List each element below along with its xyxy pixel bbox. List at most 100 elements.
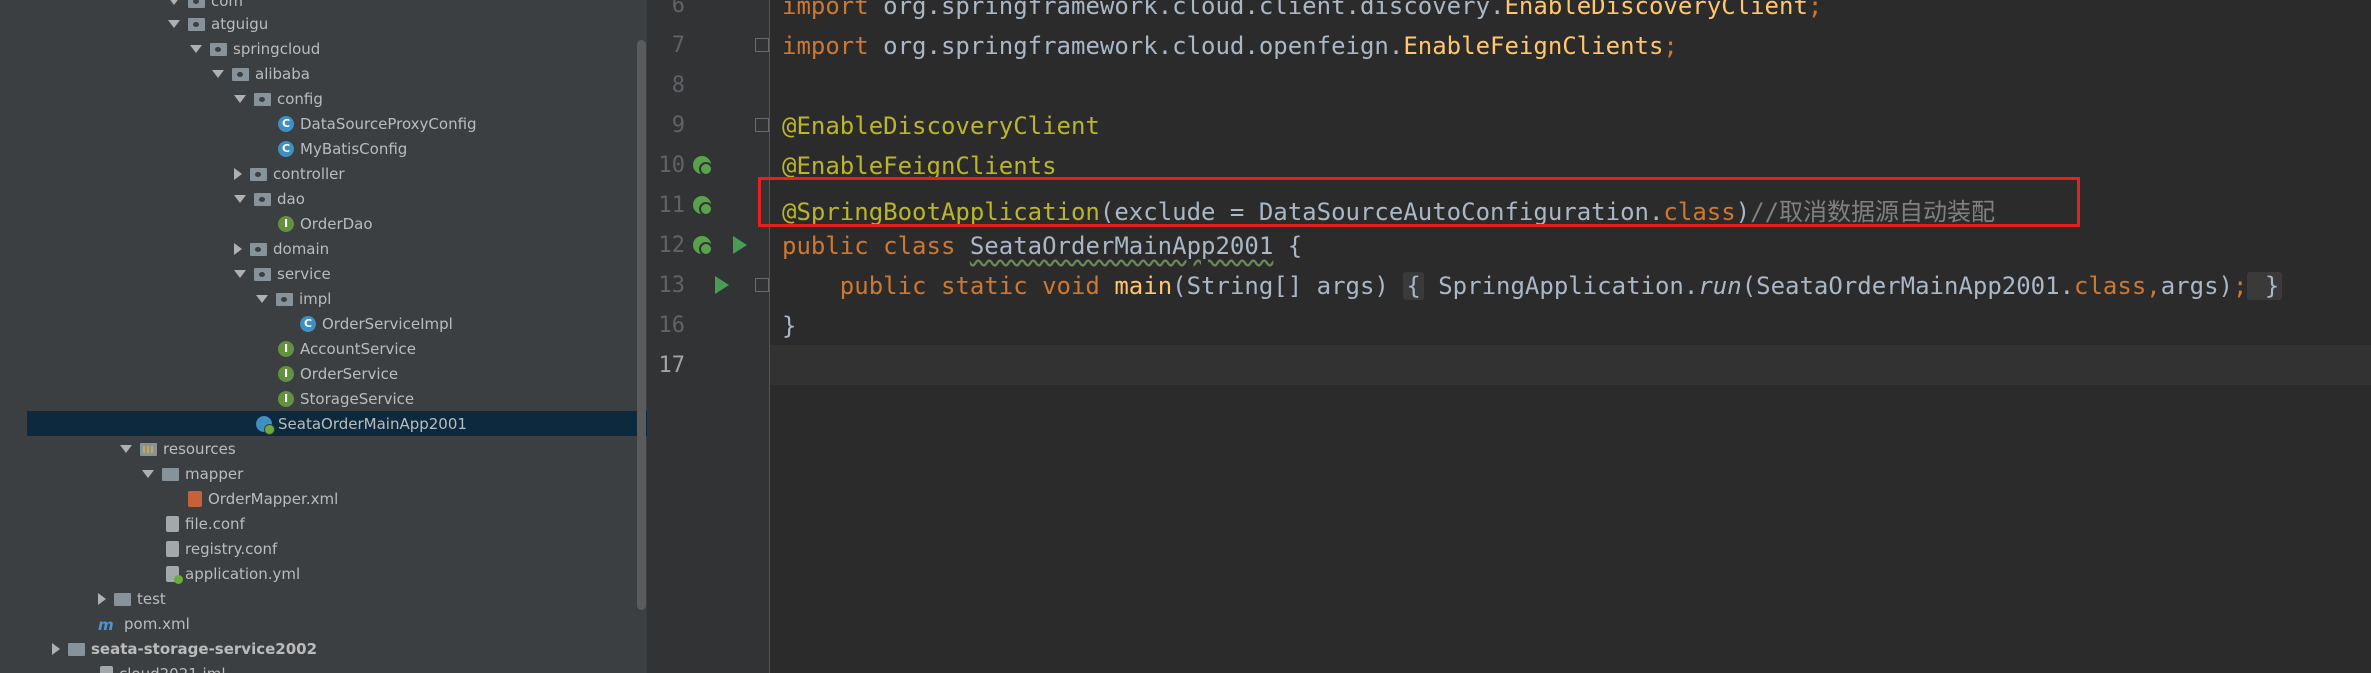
chevron-down-icon[interactable] (234, 269, 246, 278)
package-folder-icon (210, 43, 227, 56)
folder-icon (114, 593, 131, 606)
tree-item-mybatisconfig[interactable]: C MyBatisConfig (0, 136, 647, 161)
package-folder-icon (250, 243, 267, 256)
tree-item-label: AccountService (300, 339, 417, 358)
chevron-right-icon[interactable] (234, 242, 242, 255)
tree-item-file-conf[interactable]: file.conf (0, 511, 647, 536)
tree-item-datasourceproxyconfig[interactable]: C DataSourceProxyConfig (0, 111, 647, 136)
spring-bean-icon[interactable] (693, 236, 713, 256)
tree-item-registry-conf[interactable]: registry.conf (0, 536, 647, 561)
run-icon[interactable] (733, 236, 747, 254)
tree-item-label: seata-storage-service2002 (91, 639, 318, 658)
class-icon: C (300, 315, 316, 332)
tree-item-label: dao (277, 189, 305, 208)
interface-icon: I (278, 365, 294, 382)
fold-marker-icon[interactable] (755, 118, 769, 132)
chevron-down-icon[interactable] (168, 0, 180, 5)
tree-item-label: file.conf (185, 514, 245, 533)
package-folder-icon (188, 0, 205, 8)
tree-item-seata-storage-service2002[interactable]: seata-storage-service2002 (0, 636, 647, 661)
chevron-down-icon[interactable] (256, 294, 268, 303)
tree-item-application-yml[interactable]: application.yml (0, 561, 647, 586)
editor-gutter: 6 7 8 9 10 11 12 13 16 17 (647, 0, 770, 673)
tree-item-alibaba[interactable]: alibaba (0, 61, 647, 86)
code-line-12[interactable]: public class SeataOrderMainApp2001 { (782, 232, 1302, 260)
run-icon[interactable] (715, 276, 729, 294)
code-editor[interactable]: import org.springframework.cloud.client.… (770, 0, 2371, 673)
code-line-9[interactable]: @EnableDiscoveryClient (782, 112, 1100, 140)
chevron-down-icon[interactable] (234, 194, 246, 203)
tree-item-label: MyBatisConfig (300, 139, 408, 158)
tree-item-label: OrderDao (300, 214, 373, 233)
chevron-down-icon[interactable] (142, 469, 154, 478)
package-folder-icon (250, 168, 267, 181)
tree-item-cloud2021-iml[interactable]: cloud2021.iml (0, 661, 647, 673)
tree-item-label: service (277, 264, 331, 283)
chevron-down-icon[interactable] (190, 44, 202, 53)
tree-item-label: StorageService (300, 389, 415, 408)
tree-item-springcloud[interactable]: springcloud (0, 36, 647, 61)
fold-marker-icon[interactable] (755, 38, 769, 52)
tree-item-label: OrderService (300, 364, 399, 383)
line-number: 12 (658, 233, 686, 258)
tree-scrollbar[interactable] (637, 40, 646, 610)
tree-item-orderserviceimpl[interactable]: C OrderServiceImpl (0, 311, 647, 336)
text-file-icon (166, 515, 179, 532)
interface-icon: I (278, 215, 294, 232)
module-folder-icon (68, 643, 85, 656)
line-number: 8 (671, 73, 685, 98)
chevron-down-icon[interactable] (234, 94, 246, 103)
tree-item-config[interactable]: config (0, 86, 647, 111)
spring-boot-class-icon (256, 415, 275, 435)
spring-bean-icon[interactable] (693, 196, 713, 216)
tree-item-resources[interactable]: resources (0, 436, 647, 461)
chevron-right-icon[interactable] (98, 592, 106, 605)
folded-region[interactable]: } (2247, 272, 2283, 300)
tree-item-label: com (211, 0, 244, 10)
tree-item-label: controller (273, 164, 345, 183)
tree-item-label: OrderMapper.xml (208, 489, 339, 508)
folder-icon (162, 468, 179, 481)
interface-icon: I (278, 340, 294, 357)
folded-region[interactable]: { (1403, 272, 1424, 300)
tree-item-seataordermainapp2001[interactable]: SeataOrderMainApp2001 (27, 411, 647, 436)
maven-icon: m (98, 615, 114, 634)
code-line-13[interactable]: public static void main(String[] args) {… (782, 272, 2283, 300)
fold-marker-icon[interactable] (755, 278, 769, 292)
chevron-down-icon[interactable] (120, 444, 132, 453)
package-folder-icon (188, 18, 205, 31)
tree-item-domain[interactable]: domain (0, 236, 647, 261)
interface-icon: I (278, 390, 294, 407)
tree-item-label: mapper (185, 464, 244, 483)
tree-item-orderdao[interactable]: I OrderDao (0, 211, 647, 236)
chevron-down-icon[interactable] (212, 69, 224, 78)
tree-item-controller[interactable]: controller (0, 161, 647, 186)
tree-item-service[interactable]: service (0, 261, 647, 286)
tree-item-atguigu[interactable]: atguigu (0, 11, 647, 36)
tree-item-storageservice[interactable]: I StorageService (0, 386, 647, 411)
chevron-right-icon[interactable] (234, 167, 242, 180)
tree-item-label: atguigu (211, 14, 269, 33)
spring-bean-icon[interactable] (693, 156, 713, 176)
tree-item-dao[interactable]: dao (0, 186, 647, 211)
tree-item-orderservice[interactable]: I OrderService (0, 361, 647, 386)
tree-item-label: config (277, 89, 323, 108)
chevron-right-icon[interactable] (52, 642, 60, 655)
tree-item-accountservice[interactable]: I AccountService (0, 336, 647, 361)
tree-item-impl[interactable]: impl (0, 286, 647, 311)
code-line-7[interactable]: import org.springframework.cloud.openfei… (782, 32, 1678, 60)
tree-item-pom-xml[interactable]: m pom.xml (0, 611, 647, 636)
line-number-current: 17 (658, 353, 686, 378)
code-line-16[interactable]: } (782, 312, 796, 340)
tree-item-label: impl (299, 289, 332, 308)
class-icon: C (278, 140, 294, 157)
chevron-down-icon[interactable] (168, 19, 180, 28)
tree-item-label: springcloud (233, 39, 321, 58)
tree-item-test[interactable]: test (0, 586, 647, 611)
code-line-6[interactable]: import org.springframework.cloud.client.… (782, 0, 1822, 20)
code-line-10[interactable]: @EnableFeignClients (782, 152, 1057, 180)
tree-item-mapper[interactable]: mapper (0, 461, 647, 486)
class-icon: C (278, 115, 294, 132)
red-highlight-box (758, 177, 2080, 227)
tree-item-ordermapper-xml[interactable]: OrderMapper.xml (0, 486, 647, 511)
